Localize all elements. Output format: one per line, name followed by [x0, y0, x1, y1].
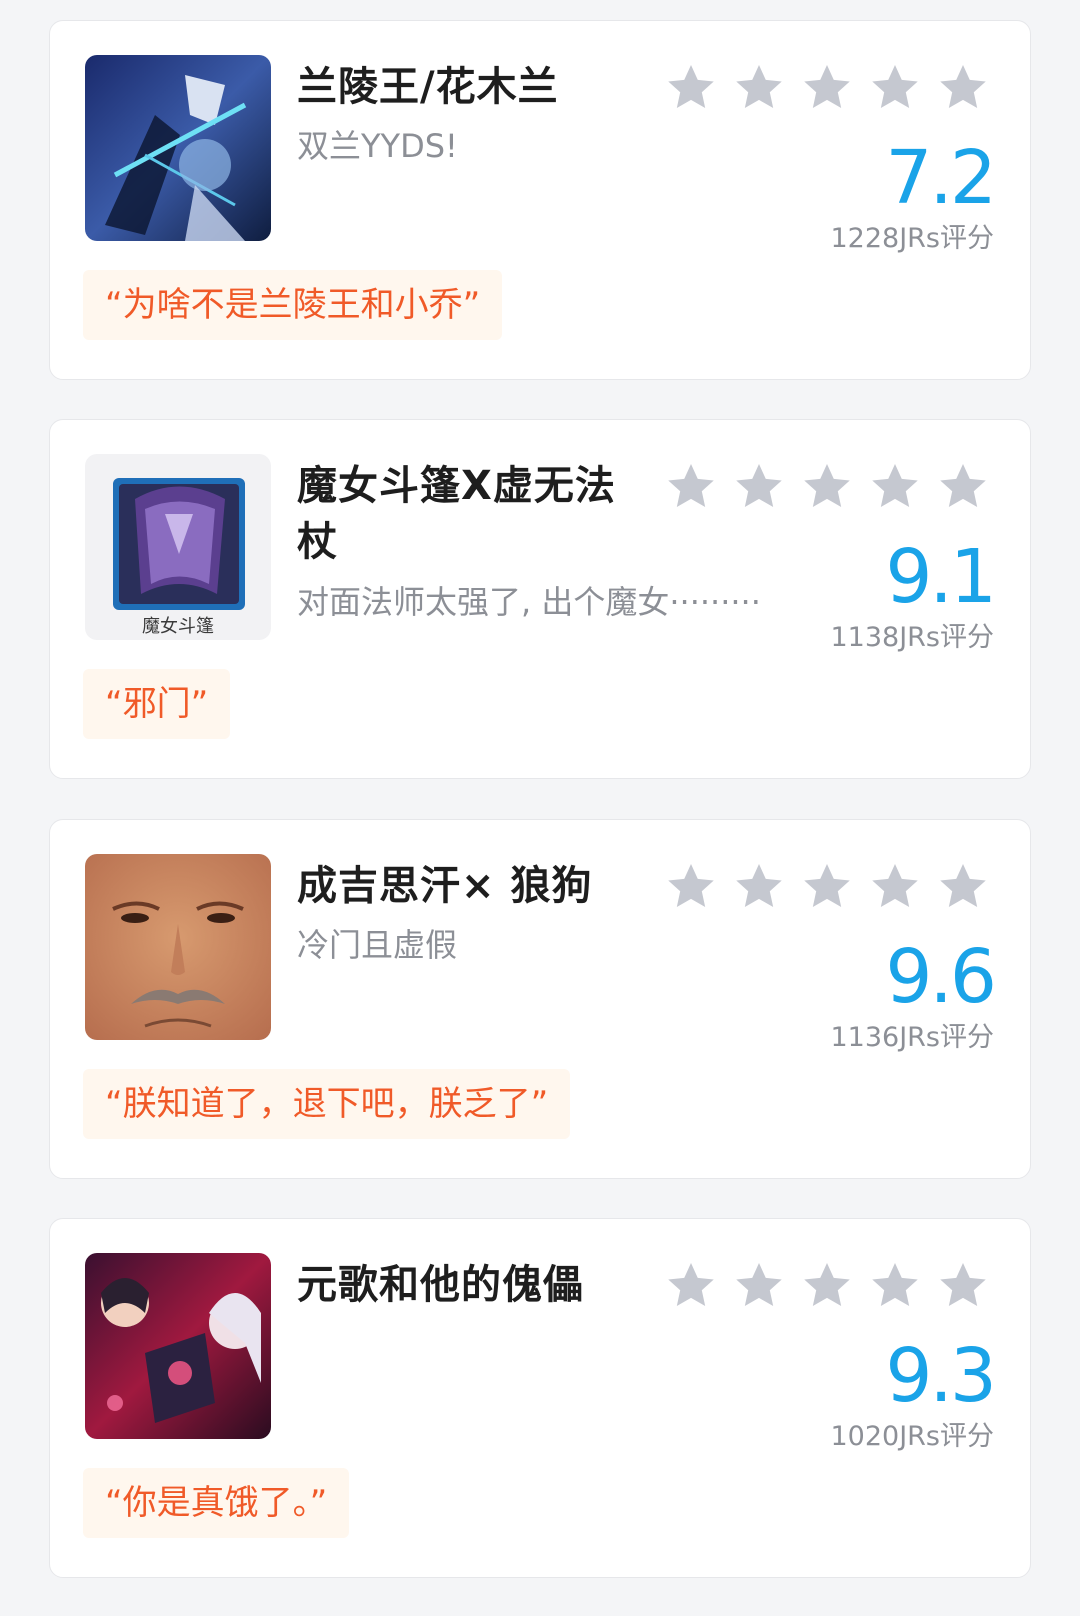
star-icon[interactable]	[936, 1259, 990, 1313]
item-subtitle: 对面法师太强了, 出个魔女·········	[297, 583, 761, 621]
item-vote-count: 1138JRs评分	[830, 622, 994, 653]
star-icon[interactable]	[936, 61, 990, 115]
item-score: 9.6	[885, 934, 997, 1020]
item-thumbnail[interactable]	[85, 854, 271, 1040]
item-title: 兰陵王/花木兰	[297, 64, 559, 110]
item-title: 魔女斗篷X虚无法杖	[297, 463, 616, 565]
item-thumbnail[interactable]	[85, 55, 271, 241]
star-icon[interactable]	[936, 860, 990, 914]
star-rating[interactable]	[664, 460, 990, 514]
hero-artwork-image	[85, 1253, 271, 1439]
rating-card[interactable]: 元歌和他的傀儡 9.3 1020JRs评分 “你是真饿了。”	[49, 1218, 1031, 1578]
star-icon[interactable]	[800, 460, 854, 514]
star-icon[interactable]	[664, 1259, 718, 1313]
top-comment[interactable]: “你是真饿了。”	[83, 1468, 350, 1538]
item-score: 9.3	[885, 1333, 997, 1419]
star-rating[interactable]	[664, 61, 990, 115]
star-icon[interactable]	[800, 61, 854, 115]
item-subtitle: 冷门且虚假	[297, 926, 458, 964]
star-icon[interactable]	[868, 860, 922, 914]
star-rating[interactable]	[664, 1259, 990, 1313]
top-comment[interactable]: “朕知道了，退下吧，朕乏了”	[83, 1069, 571, 1139]
star-icon[interactable]	[732, 460, 786, 514]
item-title: 成吉思汗× 狼狗	[297, 863, 593, 909]
item-vote-count: 1020JRs评分	[830, 1421, 994, 1452]
rating-card[interactable]: 兰陵王/花木兰 双兰YYDS! 7.2 1228JRs评分 “为啥不是兰陵王和小…	[49, 20, 1031, 380]
hero-artwork-image	[85, 55, 271, 241]
top-comment[interactable]: “为啥不是兰陵王和小乔”	[83, 270, 503, 340]
thumbnail-caption: 魔女斗篷	[142, 616, 214, 637]
item-title: 元歌和他的傀儡	[297, 1262, 584, 1308]
item-thumbnail[interactable]	[85, 1253, 271, 1439]
star-icon[interactable]	[868, 1259, 922, 1313]
top-comment[interactable]: “邪门”	[83, 669, 231, 739]
star-icon[interactable]	[732, 860, 786, 914]
star-rating[interactable]	[664, 860, 990, 914]
portrait-image	[85, 854, 271, 1040]
item-score: 9.1	[885, 534, 997, 620]
star-icon[interactable]	[732, 1259, 786, 1313]
cloak-item-image: 魔女斗篷	[85, 454, 271, 640]
rating-list: 兰陵王/花木兰 双兰YYDS! 7.2 1228JRs评分 “为啥不是兰陵王和小…	[0, 0, 1080, 1616]
star-icon[interactable]	[868, 460, 922, 514]
star-icon[interactable]	[664, 860, 718, 914]
star-icon[interactable]	[732, 61, 786, 115]
star-icon[interactable]	[868, 61, 922, 115]
item-score: 7.2	[885, 135, 997, 221]
item-subtitle: 双兰YYDS!	[297, 127, 458, 165]
rating-card[interactable]: 成吉思汗× 狼狗 冷门且虚假 9.6 1136JRs评分 “朕知道了，退下吧，朕…	[49, 819, 1031, 1179]
item-thumbnail[interactable]: 魔女斗篷	[85, 454, 271, 640]
rating-card[interactable]: 魔女斗篷 魔女斗篷X虚无法杖 对面法师太强了, 出个魔女········· 9.…	[49, 419, 1031, 779]
star-icon[interactable]	[664, 460, 718, 514]
item-vote-count: 1228JRs评分	[830, 223, 994, 254]
item-vote-count: 1136JRs评分	[830, 1022, 994, 1053]
star-icon[interactable]	[936, 460, 990, 514]
star-icon[interactable]	[664, 61, 718, 115]
star-icon[interactable]	[800, 860, 854, 914]
star-icon[interactable]	[800, 1259, 854, 1313]
